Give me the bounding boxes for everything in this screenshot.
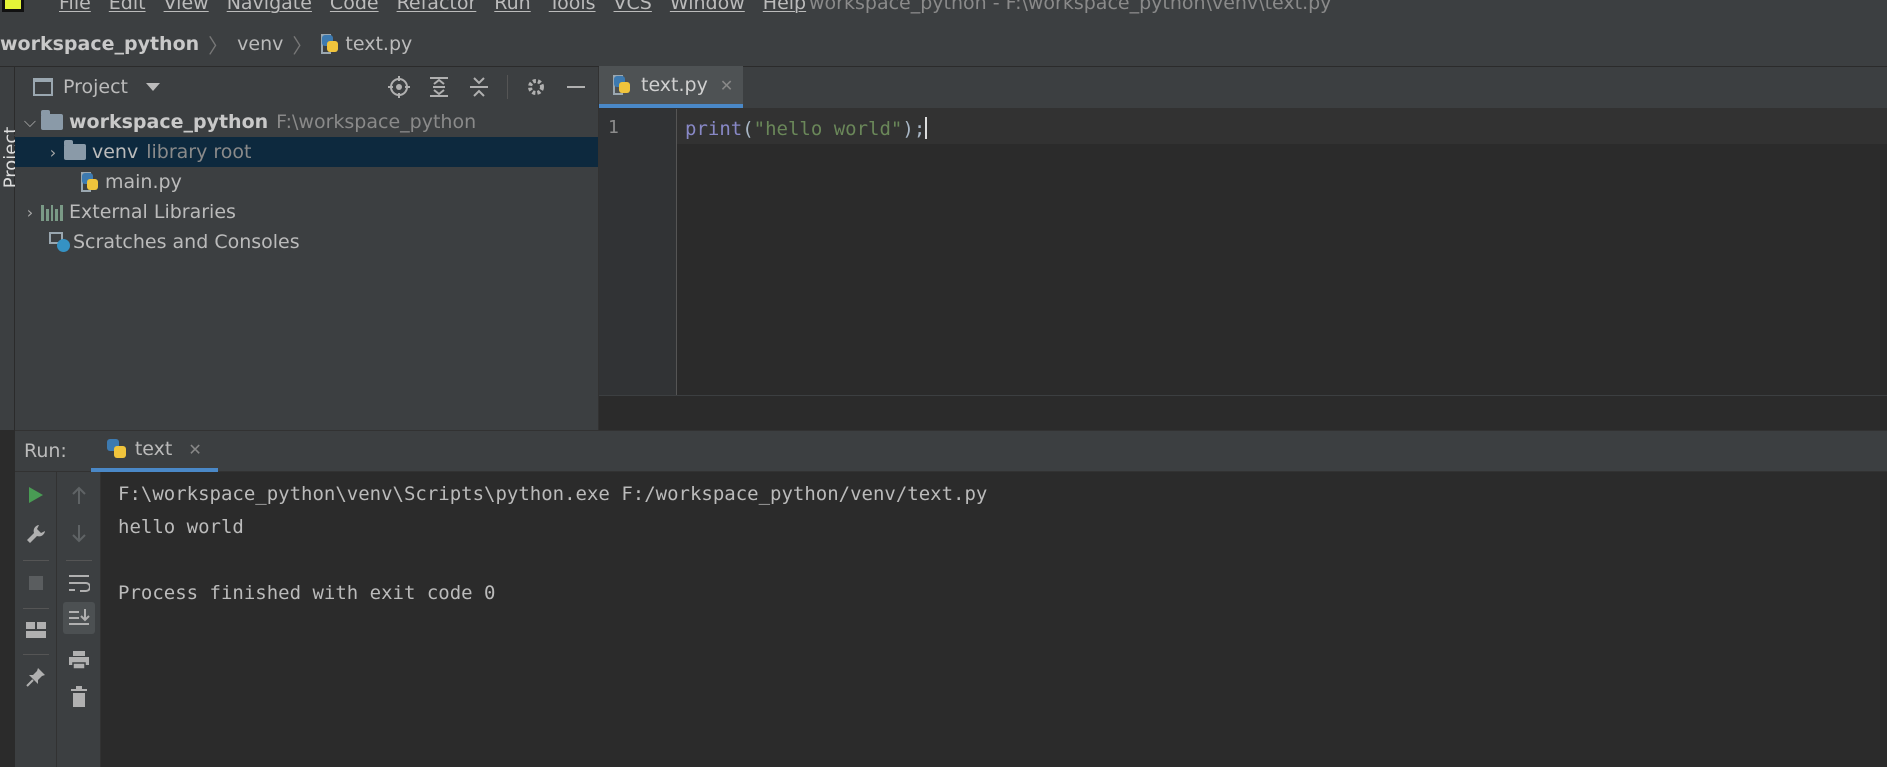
expand-all-icon[interactable] <box>427 75 451 99</box>
app-logo <box>2 0 24 12</box>
soft-wrap-icon[interactable] <box>66 570 92 596</box>
toolbar-divider <box>23 654 49 655</box>
editor-bottom-area <box>599 395 1887 430</box>
down-arrow-icon[interactable] <box>66 521 92 547</box>
menu-help[interactable]: Help <box>754 0 815 14</box>
menu-refactor[interactable]: Refactor <box>388 0 486 14</box>
menu-vcs[interactable]: VCS <box>605 0 661 14</box>
project-view-selector[interactable]: Project <box>63 76 128 98</box>
menu-code[interactable]: Code <box>321 0 388 14</box>
console-line: F:\workspace_python\venv\Scripts\python.… <box>118 483 988 505</box>
console-output[interactable]: F:\workspace_python\venv\Scripts\python.… <box>118 478 987 610</box>
tree-main-file: main.py <box>105 171 182 193</box>
editor-tab-bar: text.py ✕ <box>599 66 1887 109</box>
project-view-icon <box>33 78 53 96</box>
menu-edit[interactable]: Edit <box>100 0 155 14</box>
pin-icon[interactable] <box>23 664 49 690</box>
run-toolbar-secondary <box>57 472 101 767</box>
print-icon[interactable] <box>66 647 92 673</box>
libraries-icon <box>41 203 63 221</box>
scroll-to-end-icon[interactable] <box>63 602 95 634</box>
tree-external-libraries: External Libraries <box>69 201 236 223</box>
python-file-icon <box>613 75 631 95</box>
menu-window[interactable]: Window <box>661 0 754 14</box>
chevron-right-icon[interactable]: › <box>42 143 64 162</box>
run-label: Run: <box>24 440 67 462</box>
run-panel: Run: text ✕ F:\workspace_python\venv\Scr… <box>15 430 1887 767</box>
tree-item-main-py[interactable]: main.py <box>15 167 598 197</box>
folder-icon <box>64 140 86 160</box>
tree-venv-note: library root <box>146 141 252 163</box>
breadcrumb-separator: 〉 <box>292 33 313 58</box>
editor: text.py ✕ 1 print("hello world"); <box>599 66 1887 430</box>
up-arrow-icon[interactable] <box>66 482 92 508</box>
python-file-icon <box>321 34 339 54</box>
tree-item-scratches[interactable]: Scratches and Consoles <box>15 227 598 257</box>
window-title: workspace_python - F:\workspace_python\v… <box>809 0 1332 14</box>
menu-view[interactable]: View <box>155 0 218 14</box>
console-line: ​ <box>118 544 987 577</box>
run-tab-text[interactable]: text ✕ <box>90 431 218 472</box>
menu-tools[interactable]: Tools <box>540 0 605 14</box>
code-string: "hello world" <box>753 118 903 140</box>
wrench-icon[interactable] <box>23 521 49 547</box>
line-number: 1 <box>608 117 619 138</box>
toolbar-divider <box>507 75 508 99</box>
gear-icon[interactable] <box>524 75 548 99</box>
scratches-icon <box>49 232 71 252</box>
breadcrumb-project[interactable]: workspace_python <box>0 33 199 55</box>
trash-icon[interactable] <box>66 684 92 710</box>
editor-gutter: 1 <box>599 109 677 395</box>
tree-item-external-libraries[interactable]: › External Libraries <box>15 197 598 227</box>
tree-venv-name: venv <box>92 141 139 163</box>
close-icon[interactable]: ✕ <box>188 440 201 459</box>
breadcrumb-folder[interactable]: venv <box>237 33 283 55</box>
code-builtin: print <box>685 118 743 140</box>
menu-navigate[interactable]: Navigate <box>218 0 321 14</box>
minimize-icon[interactable] <box>564 75 588 99</box>
toolbar-divider <box>66 560 92 561</box>
project-panel-header: Project <box>15 67 598 107</box>
locate-icon[interactable] <box>387 75 411 99</box>
run-panel-header: Run: text ✕ <box>15 431 1887 472</box>
stop-icon[interactable] <box>23 570 49 596</box>
left-tool-strip: Project <box>0 67 21 430</box>
run-tab-label: text <box>134 438 173 460</box>
tree-item-root[interactable]: ⌵ workspace_python F:\workspace_python <box>15 107 598 137</box>
project-panel-tools <box>387 75 588 99</box>
breadcrumb-separator: 〉 <box>208 33 229 58</box>
code-line[interactable]: print("hello world"); <box>685 117 928 140</box>
close-icon[interactable]: ✕ <box>720 76 733 95</box>
menu-items: File Edit View Navigate Code Refactor Ru… <box>50 0 815 14</box>
tree-root-name: workspace_python <box>69 111 269 133</box>
folder-icon <box>41 110 63 130</box>
code-paren-open: ( <box>742 118 754 140</box>
console-line: hello world <box>118 516 244 538</box>
run-toolbar-primary <box>15 472 57 767</box>
toolbar-divider <box>23 608 49 609</box>
chevron-down-icon[interactable] <box>146 83 161 91</box>
run-icon[interactable] <box>23 482 49 508</box>
console-line: Process finished with exit code 0 <box>118 582 496 604</box>
tree-root-path: F:\workspace_python <box>276 111 477 133</box>
chevron-down-icon[interactable]: ⌵ <box>19 112 41 132</box>
chevron-right-icon[interactable]: › <box>19 203 41 222</box>
toolbar-divider <box>23 560 49 561</box>
text-caret <box>925 117 928 139</box>
breadcrumb-file[interactable]: text.py <box>345 33 412 55</box>
tree-item-venv[interactable]: › venv library root <box>15 137 598 167</box>
tree-scratches: Scratches and Consoles <box>73 231 300 253</box>
menu-run[interactable]: Run <box>485 0 539 14</box>
python-icon <box>106 439 127 459</box>
editor-tab-label: text.py <box>641 74 708 96</box>
breadcrumb: workspace_python 〉 venv 〉 text.py <box>0 22 1887 67</box>
python-file-icon <box>81 172 99 192</box>
menu-file[interactable]: File <box>50 0 100 14</box>
code-paren-close: ); <box>902 118 926 140</box>
tab-text-py[interactable]: text.py ✕ <box>599 66 744 108</box>
menu-bar: File Edit View Navigate Code Refactor Ru… <box>0 0 1887 22</box>
layout-icon[interactable] <box>23 617 49 643</box>
project-panel: Project ⌵ workspace_python F:\workspace_… <box>15 67 599 430</box>
collapse-all-icon[interactable] <box>467 75 491 99</box>
